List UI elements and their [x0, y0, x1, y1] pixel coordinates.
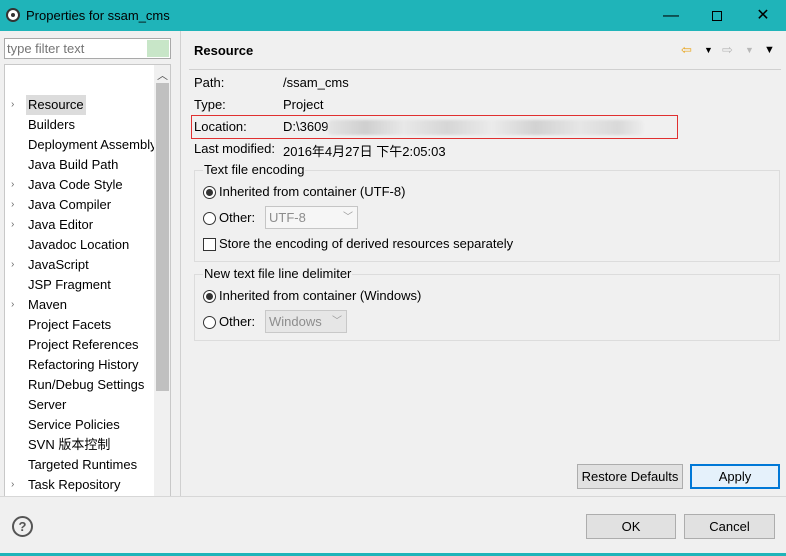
- filter-input[interactable]: [7, 40, 147, 57]
- clear-filter-icon[interactable]: [147, 40, 169, 57]
- tree-item-label: Java Build Path: [28, 157, 119, 172]
- last-modified-label: Last modified:: [194, 141, 275, 156]
- expand-arrow-icon[interactable]: ›: [11, 475, 21, 495]
- tree-item-label: Run/Debug Settings: [28, 377, 145, 392]
- tree-item-label: Java Code Style: [28, 177, 123, 192]
- tree-item-label: Task Repository: [28, 477, 121, 492]
- title-separator: [189, 69, 781, 70]
- delimiter-other-combo[interactable]: Windows ﹀: [265, 310, 347, 333]
- tree-item-label: Service Policies: [28, 417, 120, 432]
- line-delimiter-group: New text file line delimiter Inherited f…: [194, 266, 780, 341]
- tree-item-label: Project References: [28, 337, 139, 352]
- tree-item-label: Builders: [28, 117, 75, 132]
- chevron-down-icon: ﹀: [343, 212, 353, 223]
- vertical-scroll-thumb[interactable]: [156, 83, 169, 391]
- encoding-other-radio[interactable]: [203, 212, 216, 225]
- property-page: Resource ⇦ ▼ ⇨ ▼ ▼ Path: /ssam_cms Type:…: [181, 31, 786, 496]
- redacted-location-mask: [328, 120, 643, 135]
- tree-item-label: Deployment Assembly: [28, 137, 157, 152]
- tree-item-label: Java Compiler: [28, 197, 112, 212]
- expand-arrow-icon[interactable]: ›: [11, 95, 21, 115]
- expand-arrow-icon[interactable]: ›: [11, 255, 21, 275]
- window-title: Properties for ssam_cms: [26, 8, 170, 23]
- store-encoding-label[interactable]: Store the encoding of derived resources …: [219, 236, 513, 251]
- encoding-inherited-label[interactable]: Inherited from container (UTF-8): [219, 184, 405, 199]
- property-page-tree: › Resource Builders Deployment Assembly Java…: [4, 64, 171, 511]
- tree-item-label: Project Facets: [28, 317, 112, 332]
- tree-item-label: JSP Fragment: [28, 277, 111, 292]
- close-button[interactable]: ✕: [740, 0, 786, 31]
- back-arrow-icon[interactable]: ⇦: [681, 42, 692, 58]
- eclipse-app-icon: [6, 8, 20, 22]
- restore-defaults-button[interactable]: Restore Defaults: [577, 464, 683, 489]
- tree-item-label: Targeted Runtimes: [28, 457, 138, 472]
- tree-item-label: Maven: [28, 297, 68, 312]
- type-label: Type:: [194, 97, 226, 112]
- title-bar: Properties for ssam_cms — ✕: [0, 0, 786, 31]
- cancel-button[interactable]: Cancel: [684, 514, 775, 539]
- page-title: Resource: [194, 43, 254, 58]
- ok-button[interactable]: OK: [586, 514, 676, 539]
- chevron-down-icon: ﹀: [332, 316, 342, 327]
- text-file-encoding-group: Text file encoding Inherited from contai…: [194, 162, 780, 262]
- tree-item-label: Javadoc Location: [28, 237, 130, 252]
- type-value: Project: [283, 97, 324, 112]
- delimiter-group-label: New text file line delimiter: [203, 266, 353, 281]
- dialog-button-bar: ? OK Cancel: [0, 496, 786, 556]
- encoding-other-value: UTF-8: [269, 210, 306, 225]
- location-value: D:\3609: [283, 119, 329, 134]
- path-label: Path:: [194, 75, 225, 90]
- encoding-inherited-radio[interactable]: [203, 186, 216, 199]
- delimiter-inherited-label[interactable]: Inherited from container (Windows): [219, 288, 421, 303]
- store-encoding-checkbox[interactable]: [203, 238, 216, 251]
- delimiter-inherited-radio[interactable]: [203, 290, 216, 303]
- expand-arrow-icon[interactable]: ›: [11, 215, 21, 235]
- filter-box: [4, 38, 171, 59]
- tree-item-label: JavaScript: [28, 257, 89, 272]
- scroll-up-icon[interactable]: ︿: [157, 67, 168, 83]
- tree-vertical-scrollbar[interactable]: ︿ ﹀: [154, 65, 170, 510]
- delimiter-other-value: Windows: [269, 314, 322, 329]
- path-value: /ssam_cms: [283, 75, 349, 90]
- delimiter-other-label[interactable]: Other:: [219, 314, 255, 329]
- forward-arrow-icon[interactable]: ⇨: [722, 42, 733, 58]
- forward-dropdown-icon[interactable]: ▼: [745, 45, 754, 55]
- maximize-button[interactable]: [694, 0, 740, 31]
- view-menu-icon[interactable]: ▼: [764, 44, 775, 56]
- expand-arrow-icon[interactable]: ›: [11, 195, 21, 215]
- last-modified-value: 2016年4月27日 下午2:05:03: [283, 144, 446, 159]
- location-label: Location:: [194, 119, 247, 134]
- expand-arrow-icon[interactable]: ›: [11, 175, 21, 195]
- back-dropdown-icon[interactable]: ▼: [704, 45, 713, 55]
- expand-arrow-icon[interactable]: ›: [11, 295, 21, 315]
- delimiter-other-radio[interactable]: [203, 316, 216, 329]
- navigation-panel: ›ResourceBuildersDeployment AssemblyJava…: [0, 31, 180, 511]
- tree-item-label: SVN 版本控制: [28, 437, 111, 452]
- tree-item-label: Server: [28, 397, 67, 412]
- encoding-other-label[interactable]: Other:: [219, 210, 255, 225]
- encoding-other-combo[interactable]: UTF-8 ﹀: [265, 206, 358, 229]
- minimize-button[interactable]: —: [648, 0, 694, 31]
- maximize-icon: [712, 10, 722, 21]
- apply-button[interactable]: Apply: [690, 464, 780, 489]
- encoding-group-label: Text file encoding: [203, 162, 306, 177]
- tree-item-label: Java Editor: [28, 217, 94, 232]
- help-icon[interactable]: ?: [12, 516, 33, 537]
- tree-item-label: Refactoring History: [28, 357, 139, 372]
- tree-item-label: Resource: [26, 95, 86, 115]
